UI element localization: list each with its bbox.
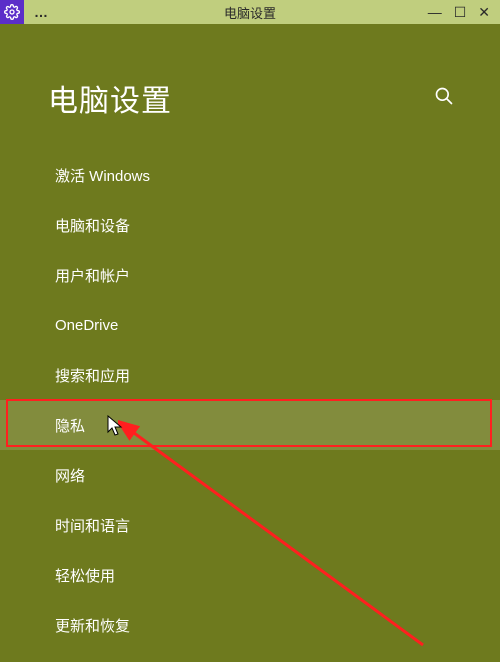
- nav-item-privacy[interactable]: 隐私: [0, 400, 500, 450]
- page-title: 电脑设置: [48, 76, 172, 120]
- nav-item-time-and-language[interactable]: 时间和语言: [0, 500, 500, 550]
- titlebar: … 电脑设置 — ☐ ✕: [0, 0, 500, 24]
- settings-nav: 激活 Windows 电脑和设备 用户和帐户 OneDrive 搜索和应用 隐私…: [0, 150, 500, 650]
- gear-icon: [4, 4, 20, 20]
- nav-item-pc-and-devices[interactable]: 电脑和设备: [0, 200, 500, 250]
- search-button[interactable]: [434, 86, 454, 111]
- search-icon: [434, 86, 454, 106]
- nav-item-update-and-recovery[interactable]: 更新和恢复: [0, 600, 500, 650]
- nav-item-network[interactable]: 网络: [0, 450, 500, 500]
- maximize-button[interactable]: ☐: [454, 0, 467, 24]
- minimize-button[interactable]: —: [428, 0, 442, 24]
- nav-item-search-and-apps[interactable]: 搜索和应用: [0, 350, 500, 400]
- settings-window: … 电脑设置 — ☐ ✕ 电脑设置 激活 Windows 电脑和设备 用户和帐户…: [0, 0, 500, 662]
- page-header: 电脑设置: [0, 24, 500, 150]
- window-controls: — ☐ ✕: [428, 0, 500, 24]
- nav-item-ease-of-access[interactable]: 轻松使用: [0, 550, 500, 600]
- titlebar-menu-ellipsis[interactable]: …: [34, 4, 49, 20]
- window-title: 电脑设置: [0, 3, 500, 22]
- nav-item-activate-windows[interactable]: 激活 Windows: [0, 150, 500, 200]
- nav-item-onedrive[interactable]: OneDrive: [0, 300, 500, 350]
- app-icon: [0, 0, 24, 24]
- nav-item-users-and-accounts[interactable]: 用户和帐户: [0, 250, 500, 300]
- close-button[interactable]: ✕: [478, 0, 490, 24]
- content-area: 电脑设置 激活 Windows 电脑和设备 用户和帐户 OneDrive 搜索和…: [0, 24, 500, 650]
